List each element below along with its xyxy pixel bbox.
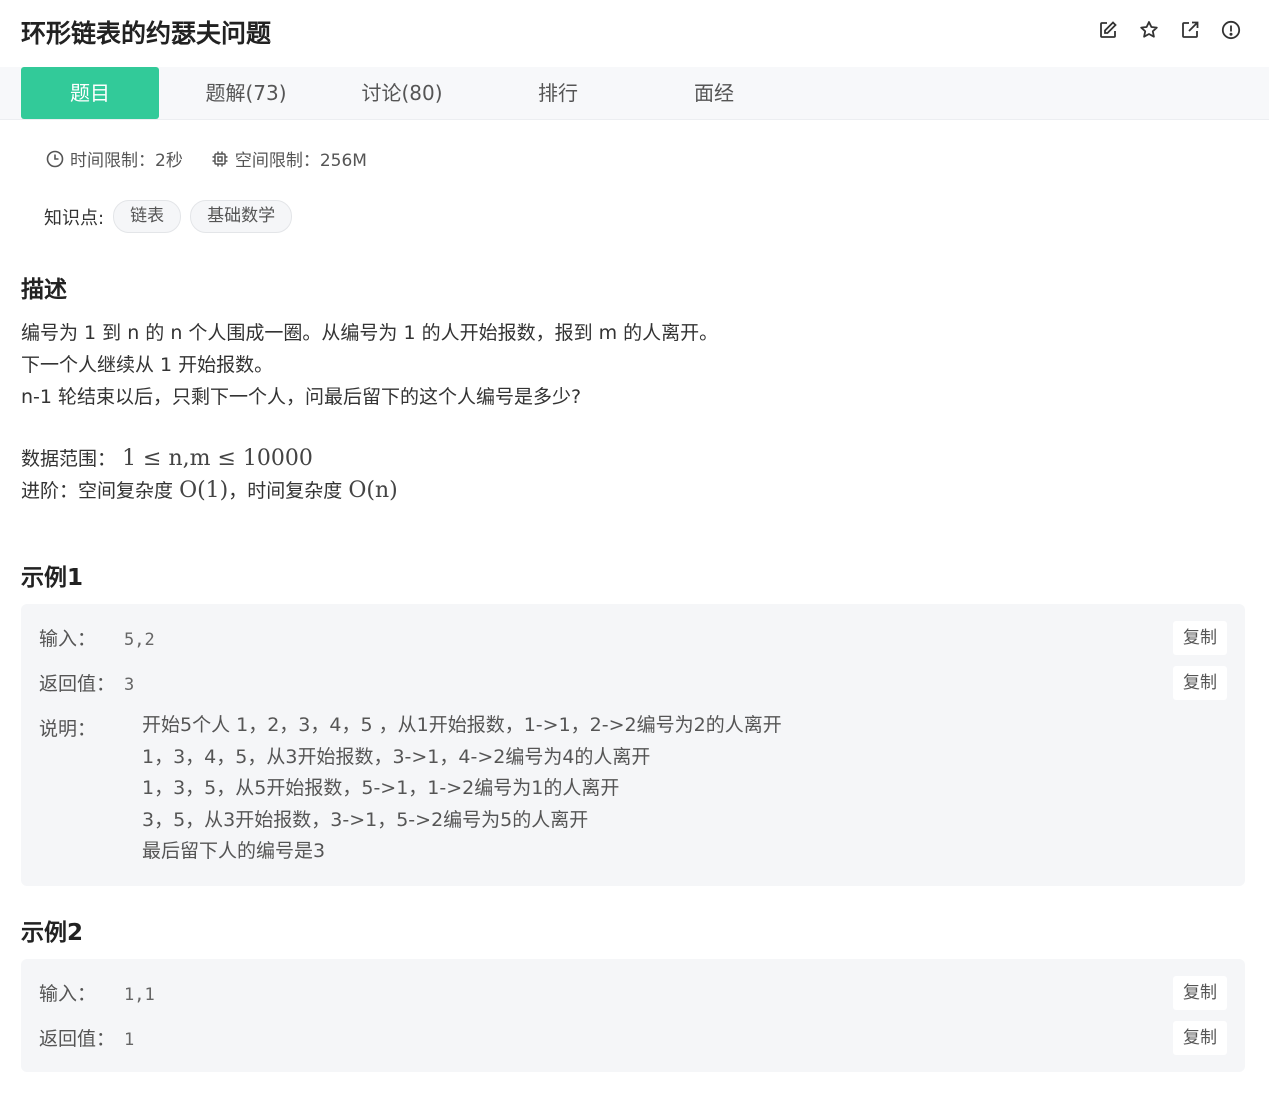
advanced-mid: ，时间复杂度 (228, 480, 343, 502)
description-line: n-1 轮结束以后，只剩下一个人，问最后留下的这个人编号是多少? (21, 386, 582, 408)
external-link-icon[interactable] (1180, 20, 1200, 40)
data-range: 数据范围： 1 ≤ n,m ≤ 10000 (21, 443, 718, 475)
data-range-math: 1 ≤ n,m ≤ 10000 (122, 446, 313, 471)
explain-line: 开始5个人 1，2，3，4，5 ，从1开始报数，1->1，2->2编号为2的人离… (142, 714, 782, 736)
tab-ranking[interactable]: 排行 (502, 67, 614, 119)
example1-return-row: 返回值： 3 (39, 669, 134, 696)
example2-return-value: 1 (124, 1030, 135, 1050)
tag-basic-math[interactable]: 基础数学 (190, 200, 293, 233)
description-body: 编号为 1 到 n 的 n 个人围成一圈。从编号为 1 的人开始报数，报到 m … (21, 317, 718, 507)
tab-interviews[interactable]: 面经 (658, 67, 770, 119)
tag-linked-list[interactable]: 链表 (113, 200, 182, 233)
title-actions (1098, 20, 1241, 40)
report-icon[interactable] (1221, 20, 1241, 40)
explain-label: 说明： (39, 718, 97, 740)
limits: 时间限制：2秒 空间限制：256M (46, 146, 395, 171)
input-label: 输入： (39, 628, 97, 650)
explain-line: 1，3，4，5，从3开始报数，3->1，4->2编号为4的人离开 (142, 745, 651, 768)
tab-bar: 题目 题解(73) 讨论(80) 排行 面经 (0, 67, 1269, 120)
memory-limit-text: 空间限制：256M (234, 151, 367, 171)
copy-input-button[interactable]: 复制 (1173, 976, 1227, 1010)
description-line: 下一个人继续从 1 开始报数。 (21, 354, 274, 376)
edit-icon[interactable] (1098, 20, 1118, 40)
explain-line: 3，5，从3开始报数，3->1，5->2编号为5的人离开 (142, 808, 589, 831)
knowledge-label: 知识点: (44, 207, 105, 229)
example1-heading: 示例1 (21, 565, 84, 591)
tab-problem[interactable]: 题目 (21, 67, 159, 119)
return-label: 返回值： (39, 673, 116, 695)
explain-text: 开始5个人 1，2，3，4，5 ，从1开始报数，1->1，2->2编号为2的人离… (142, 710, 782, 868)
star-icon[interactable] (1139, 20, 1159, 40)
data-range-label: 数据范围： (21, 448, 117, 470)
example2-heading: 示例2 (21, 920, 84, 946)
tab-discussion[interactable]: 讨论(80) (346, 67, 458, 119)
example2-return-row: 返回值： 1 (39, 1024, 134, 1051)
explain-line: 1，3，5，从5开始报数，5->1，1->2编号为1的人离开 (142, 777, 620, 799)
time-limit: 时间限制：2秒 (46, 146, 183, 171)
input-label: 输入： (39, 983, 97, 1005)
example1-explain-row: 说明： 开始5个人 1，2，3，4，5 ，从1开始报数，1->1，2->2编号为… (39, 710, 1139, 880)
time-limit-text: 时间限制：2秒 (70, 151, 183, 171)
chip-icon (212, 151, 228, 166)
page-title: 环形链表的约瑟夫问题 (21, 19, 272, 48)
example1-input-row: 输入： 5,2 (39, 624, 155, 651)
example2-input-row: 输入： 1,1 (39, 979, 155, 1006)
tab-solutions[interactable]: 题解(73) (190, 67, 302, 119)
advanced-label: 进阶：空间复杂度 (21, 480, 174, 502)
advanced: 进阶：空间复杂度 O(1)，时间复杂度 O(n) (21, 475, 718, 507)
example1-input-value: 5,2 (124, 630, 155, 650)
time-complexity: O(n) (348, 478, 398, 503)
memory-limit: 空间限制：256M (211, 146, 367, 171)
clock-icon (46, 150, 64, 167)
example1-return-value: 3 (124, 675, 135, 695)
space-complexity: O(1) (179, 478, 229, 503)
description-line: 编号为 1 到 n 的 n 个人围成一圈。从编号为 1 的人开始报数，报到 m … (21, 322, 719, 344)
knowledge-points: 知识点: 链表 基础数学 (44, 200, 293, 233)
copy-return-button[interactable]: 复制 (1173, 666, 1227, 700)
example2-box: 输入： 1,1 复制 返回值： 1 复制 (21, 959, 1245, 1072)
explain-line: 最后留下人的编号是3 (142, 840, 326, 862)
example2-input-value: 1,1 (124, 985, 155, 1005)
example1-box: 输入： 5,2 复制 返回值： 3 复制 说明： 开始5个人 1，2，3，4，5 ，… (21, 604, 1245, 886)
copy-input-button[interactable]: 复制 (1173, 621, 1227, 655)
return-label: 返回值： (39, 1028, 116, 1050)
description-heading: 描述 (21, 277, 67, 303)
copy-return-button[interactable]: 复制 (1173, 1021, 1227, 1055)
